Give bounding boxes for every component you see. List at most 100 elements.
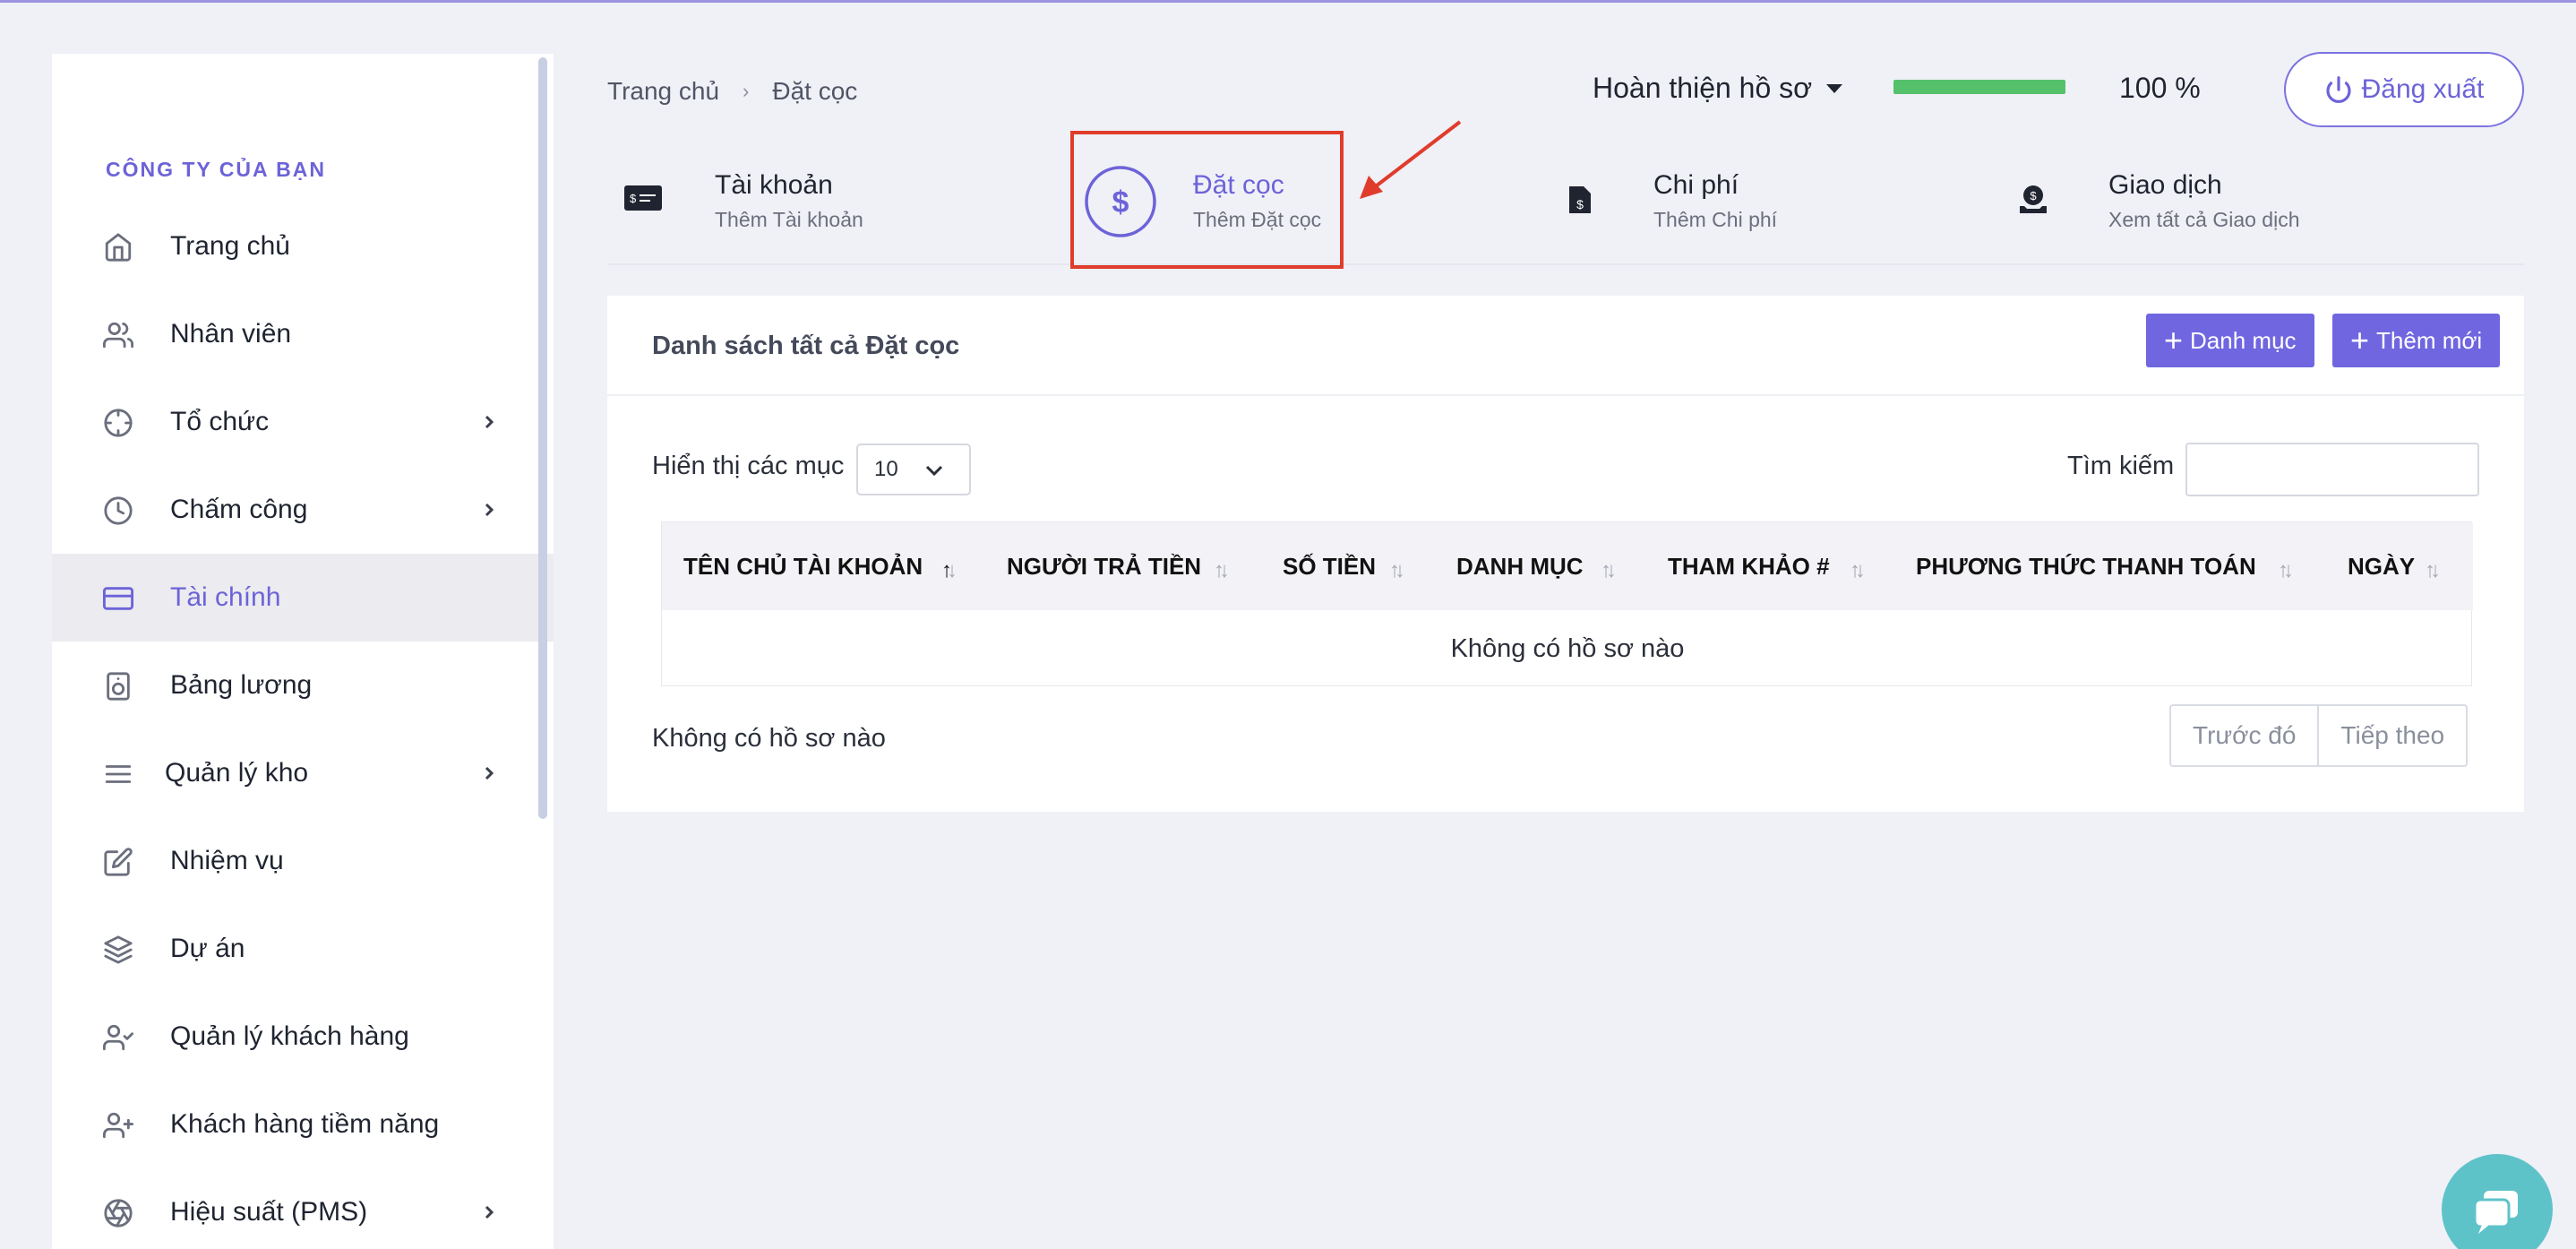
search-input[interactable] (2185, 443, 2479, 496)
card-title: Danh sách tất cả Đặt cọc (652, 332, 960, 360)
power-icon (2326, 76, 2351, 103)
menu-icon (102, 758, 134, 790)
category-button[interactable]: + Danh mục (2146, 314, 2314, 367)
sidebar-item-payroll[interactable]: Bảng lương (52, 642, 554, 729)
plus-icon: + (2350, 322, 2370, 358)
column-payment-method[interactable]: PHƯƠNG THỨC THANH TOÁN (1916, 553, 2256, 581)
sidebar-item-organization[interactable]: Tổ chức (52, 378, 554, 466)
add-new-button-label: Thêm mới (2376, 326, 2483, 354)
sidebar-item-label: Quản lý khách hàng (170, 1021, 409, 1051)
deposit-list-card: Danh sách tất cả Đặt cọc + Danh mục + Th… (607, 296, 2524, 812)
column-category[interactable]: DANH MỤC (1456, 553, 1584, 581)
sidebar-item-finance[interactable]: Tài chính (52, 554, 554, 642)
page-size-select[interactable]: 10 (856, 444, 971, 495)
logout-button[interactable]: Đăng xuất (2284, 52, 2524, 127)
previous-button[interactable]: Trước đó (2171, 706, 2317, 765)
tab-expenses[interactable]: $ Chi phí Thêm Chi phí (1566, 134, 1861, 260)
svg-text:$: $ (630, 192, 637, 205)
company-name: CÔNG TY CỦA BẠN (106, 158, 326, 181)
top-accent-line (0, 0, 2576, 3)
page-size-value: 10 (874, 457, 898, 481)
sidebar-item-label: Trang chủ (170, 231, 290, 261)
column-amount[interactable]: SỐ TIỀN (1283, 553, 1376, 581)
sidebar-item-customers[interactable]: Quản lý khách hàng (52, 993, 554, 1081)
home-icon (102, 231, 134, 263)
pagination: Trước đó Tiếp theo (2169, 704, 2469, 767)
sidebar-item-label: Tổ chức (170, 407, 270, 436)
chat-button[interactable] (2442, 1154, 2553, 1249)
tab-title: Chi phí (1653, 170, 1739, 200)
sort-icon: ↑↓ (1214, 558, 1230, 582)
chevron-right-icon (480, 413, 498, 431)
sidebar-item-label: Chấm công (170, 495, 308, 524)
column-account-holder[interactable]: TÊN CHỦ TÀI KHOẢN (683, 553, 923, 581)
breadcrumb-home[interactable]: Trang chủ (607, 77, 719, 106)
chat-icon (2473, 1191, 2518, 1234)
next-button[interactable]: Tiếp theo (2317, 706, 2466, 765)
sidebar: CÔNG TY CỦA BẠN Trang chủ Nhân viên Tổ c… (52, 54, 554, 1249)
sort-icon: ↑↓ (1389, 558, 1405, 582)
profile-completion-dropdown[interactable]: Hoàn thiện hồ sơ (1593, 72, 1843, 105)
sidebar-item-projects[interactable]: Dự án (52, 905, 554, 993)
add-new-button[interactable]: + Thêm mới (2332, 314, 2501, 367)
chevron-down-icon (925, 465, 943, 477)
tab-title: Giao dịch (2108, 170, 2222, 200)
sidebar-item-leads[interactable]: Khách hàng tiềm năng (52, 1081, 554, 1168)
highlight-annotation-box (1070, 131, 1344, 269)
sidebar-item-inventory[interactable]: Quản lý kho (52, 729, 554, 817)
svg-text:$: $ (1576, 197, 1584, 211)
layers-icon (102, 934, 134, 966)
tabs-divider (607, 263, 2524, 265)
user-plus-icon (102, 1109, 134, 1141)
money-hand-icon: $ (2017, 183, 2049, 220)
breadcrumb-current: Đặt cọc (772, 77, 858, 105)
page-size-label: Hiển thị các mục (652, 452, 845, 480)
invoice-icon: $ (1567, 185, 1593, 220)
sidebar-item-label: Nhân viên (170, 319, 292, 349)
edit-icon (102, 846, 134, 878)
sidebar-item-label: Nhiệm vụ (170, 846, 284, 875)
sidebar-item-employees[interactable]: Nhân viên (52, 290, 554, 378)
chevron-right-icon (480, 501, 498, 519)
sort-icon: ↑↓ (2425, 558, 2441, 582)
category-button-label: Danh mục (2190, 326, 2297, 354)
sort-icon: ↑↓ (1850, 558, 1866, 582)
svg-text:$: $ (2030, 189, 2037, 202)
column-date[interactable]: NGÀY (2348, 553, 2415, 581)
sidebar-item-label: Tài chính (170, 582, 281, 612)
sidebar-item-label: Quản lý kho (165, 758, 309, 788)
caret-down-icon (1826, 83, 1843, 93)
annotation-arrow-icon (1360, 120, 1462, 199)
card-header: Danh sách tất cả Đặt cọc + Danh mục + Th… (607, 296, 2524, 396)
chevron-right-icon (480, 1203, 498, 1221)
users-icon (102, 319, 134, 351)
column-payer[interactable]: NGƯỜI TRẢ TIỀN (1007, 553, 1201, 581)
sidebar-scrollbar[interactable] (538, 57, 547, 819)
tab-accounts[interactable]: $ Tài khoản Thêm Tài khoản (618, 134, 914, 260)
tab-subtitle: Thêm Tài khoản (715, 208, 863, 231)
table-empty-row: Không có hồ sơ nào (1450, 633, 1685, 663)
speaker-icon (102, 670, 134, 702)
sidebar-item-home[interactable]: Trang chủ (52, 202, 554, 290)
sort-icon: ↑↓ (941, 558, 957, 582)
table-header: TÊN CHỦ TÀI KHOẢN ↑↓ NGƯỜI TRẢ TIỀN ↑↓ S… (662, 522, 2473, 610)
deposits-table: TÊN CHỦ TÀI KHOẢN ↑↓ NGƯỜI TRẢ TIỀN ↑↓ S… (661, 521, 2473, 686)
aperture-icon (102, 1197, 134, 1229)
sidebar-item-attendance[interactable]: Chấm công (52, 466, 554, 554)
tab-title: Tài khoản (715, 170, 833, 200)
sort-icon: ↑↓ (1601, 558, 1617, 582)
sidebar-item-label: Dự án (170, 934, 245, 963)
search-label: Tìm kiếm (2067, 452, 2175, 480)
sidebar-item-tasks[interactable]: Nhiệm vụ (52, 817, 554, 905)
sidebar-item-label: Bảng lương (170, 670, 313, 700)
chevron-right-icon (480, 764, 498, 782)
crosshair-icon (102, 407, 134, 439)
column-reference[interactable]: THAM KHẢO # (1668, 553, 1830, 581)
sort-icon: ↑↓ (2278, 558, 2294, 582)
tab-transactions[interactable]: $ Giao dịch Xem tất cả Giao dịch (2015, 134, 2391, 260)
plus-icon: + (2164, 322, 2184, 358)
sidebar-item-label: Khách hàng tiềm năng (170, 1109, 440, 1139)
sidebar-item-performance[interactable]: Hiệu suất (PMS) (52, 1168, 554, 1249)
money-bill-icon: $ (623, 185, 663, 216)
profile-completion-label: Hoàn thiện hồ sơ (1593, 72, 1813, 104)
